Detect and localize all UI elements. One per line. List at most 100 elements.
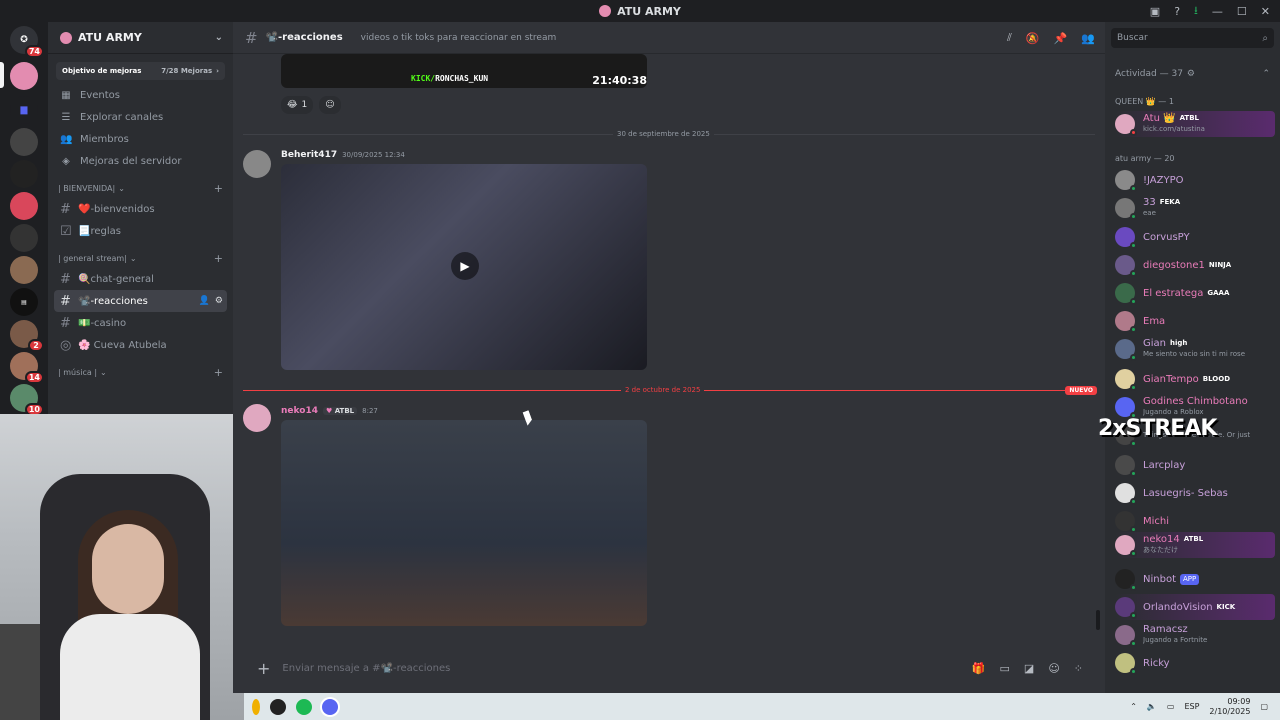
- member-tag: BLOOD: [1202, 374, 1231, 383]
- server-icon-10[interactable]: 10: [10, 384, 44, 416]
- member-item[interactable]: Ninbot APP: [1115, 566, 1275, 592]
- discord-home-icon[interactable]: ✪ 74: [10, 26, 44, 58]
- server-icon-4[interactable]: [10, 192, 38, 220]
- chevron-up-icon[interactable]: ⌃: [1130, 702, 1137, 711]
- member-item[interactable]: 33 FEKA eae: [1115, 195, 1275, 221]
- category-bienvenida[interactable]: | BIENVENIDA| ⌄ +: [48, 178, 233, 198]
- pin-icon[interactable]: 📌: [1054, 32, 1068, 45]
- invite-icon[interactable]: 👤: [199, 296, 210, 306]
- member-item[interactable]: Ramacsz Jugando a Fortnite: [1115, 622, 1275, 648]
- add-channel-icon[interactable]: +: [214, 366, 223, 379]
- channel-reglas[interactable]: ☑ 📃reglas: [54, 220, 227, 242]
- server-icon-9[interactable]: 14: [10, 352, 44, 384]
- avatar[interactable]: [243, 404, 271, 432]
- video-embed-3[interactable]: [281, 420, 647, 626]
- avatar: [1115, 535, 1137, 557]
- member-item[interactable]: Lasuegris- Sebas: [1115, 480, 1275, 506]
- server-icon-8[interactable]: 2: [10, 320, 44, 352]
- add-channel-icon[interactable]: +: [214, 182, 223, 195]
- channel-cueva-atubela[interactable]: ◎ 🌸 Cueva Atubela: [54, 334, 227, 356]
- server-icon-2[interactable]: [10, 128, 38, 156]
- server-header[interactable]: ATU ARMY ⌄: [48, 22, 233, 54]
- status-dot: [1130, 298, 1137, 305]
- help-icon[interactable]: ?: [1174, 5, 1180, 18]
- search-input[interactable]: Buscar ⌕: [1111, 28, 1274, 48]
- member-item[interactable]: Ema: [1115, 308, 1275, 334]
- taskbar-app-icon[interactable]: [270, 698, 286, 715]
- boost-goal-bar[interactable]: Objetivo de mejoras 7/28 Mejoras ›: [56, 62, 225, 80]
- spotify-icon[interactable]: [296, 698, 312, 715]
- nav-eventos[interactable]: ▦ Eventos: [48, 84, 233, 106]
- server-flower-icon: [60, 31, 72, 44]
- maximize-icon[interactable]: ☐: [1237, 5, 1247, 18]
- channel-reacciones[interactable]: # 📽️-reacciones 👤 ⚙: [54, 290, 227, 312]
- reaction-laugh[interactable]: 😂 1: [281, 96, 314, 114]
- server-folder-icon[interactable]: ▆: [10, 96, 38, 124]
- server-icon-5[interactable]: [10, 224, 38, 252]
- member-item[interactable]: OrlandoVision KICK: [1115, 594, 1275, 620]
- nav-miembros[interactable]: 👥 Miembros: [48, 128, 233, 150]
- server-icon-7[interactable]: ▤: [10, 288, 38, 316]
- threads-icon[interactable]: ⫽: [1007, 31, 1012, 45]
- add-attachment-icon[interactable]: +: [257, 659, 270, 678]
- add-reaction-button[interactable]: ☺: [319, 96, 341, 114]
- server-icon-6[interactable]: [10, 256, 38, 284]
- activity-header[interactable]: Actividad — 37 ⚙ ⌃: [1115, 69, 1270, 79]
- apps-icon[interactable]: ⁘: [1074, 662, 1083, 675]
- member-list-icon[interactable]: 👥: [1081, 32, 1095, 45]
- composer-placeholder[interactable]: Enviar mensaje a #📽️-reacciones: [282, 663, 450, 674]
- message-composer[interactable]: + Enviar mensaje a #📽️-reacciones 🎁 ▭ ◪ …: [243, 655, 1095, 681]
- member-item[interactable]: Michi: [1115, 508, 1275, 534]
- gear-icon[interactable]: ⚙: [215, 296, 223, 306]
- member-item[interactable]: neko14 ATBL あなただけ: [1115, 532, 1275, 558]
- discord-taskbar-icon[interactable]: [322, 698, 338, 715]
- member-item[interactable]: Larcplay: [1115, 452, 1275, 478]
- gift-icon[interactable]: 🎁: [972, 662, 986, 675]
- member-item[interactable]: CorvusPY: [1115, 224, 1275, 250]
- channel-chat-general[interactable]: # 🍭chat-general: [54, 268, 227, 290]
- member-item[interactable]: Ricky: [1115, 650, 1275, 676]
- taskbar-app-icon[interactable]: [252, 698, 260, 715]
- play-icon[interactable]: ▶: [451, 252, 479, 280]
- inbox-icon[interactable]: ▣: [1150, 5, 1160, 18]
- minimize-icon[interactable]: —: [1212, 5, 1223, 18]
- clock[interactable]: 09:09 2/10/2025: [1209, 697, 1250, 717]
- member-item[interactable]: El estratega GAAA: [1115, 280, 1275, 306]
- channel-topic[interactable]: videos o tik toks para reaccionar en str…: [361, 33, 557, 43]
- boost-progress: 7/28 Mejoras: [161, 67, 213, 75]
- language-indicator[interactable]: ESP: [1184, 702, 1199, 711]
- gif-icon[interactable]: ▭: [1000, 662, 1010, 675]
- download-icon[interactable]: ⭳: [1194, 2, 1198, 21]
- member-item[interactable]: GianTempo BLOOD: [1115, 366, 1275, 392]
- speaker-icon[interactable]: 🔈: [1147, 702, 1157, 711]
- channel-casino[interactable]: # 💵-casino: [54, 312, 227, 334]
- channel-bienvenidos[interactable]: # ❤️-bienvenidos: [54, 198, 227, 220]
- message-list[interactable]: KICK/RONCHAS_KUN 21:40:38 😂 1 ☺ 30 de sep…: [233, 54, 1105, 654]
- category-general-stream[interactable]: | general stream| ⌄ +: [48, 248, 233, 268]
- scrollbar-thumb[interactable]: [1096, 610, 1100, 630]
- member-atu[interactable]: Atu 👑 ATBL kick.com/atustina: [1115, 111, 1275, 137]
- nav-mejoras[interactable]: ◈ Mejoras del servidor: [48, 150, 233, 172]
- notification-icon[interactable]: ▢: [1260, 702, 1268, 711]
- mute-bell-icon[interactable]: 🔕: [1026, 32, 1040, 45]
- video-embed-2[interactable]: ▶: [281, 164, 647, 370]
- emoji-icon[interactable]: ☺: [1048, 662, 1059, 675]
- sticker-icon[interactable]: ◪: [1024, 662, 1034, 675]
- member-item[interactable]: Gian high Me siento vacio sin ti mi rose: [1115, 336, 1275, 362]
- video-embed-1[interactable]: KICK/RONCHAS_KUN 21:40:38: [281, 54, 647, 88]
- avatar[interactable]: [243, 150, 271, 178]
- category-musica[interactable]: | música | ⌄ +: [48, 362, 233, 382]
- server-icon-3[interactable]: [10, 160, 38, 188]
- member-tag: ATBL: [1179, 114, 1200, 122]
- add-channel-icon[interactable]: +: [214, 252, 223, 265]
- author-name[interactable]: neko14: [281, 406, 318, 416]
- nav-explorar-canales[interactable]: ☰ Explorar canales: [48, 106, 233, 128]
- close-icon[interactable]: ✕: [1261, 5, 1270, 18]
- stage-icon: ◎: [60, 337, 72, 353]
- server-atu-army[interactable]: [10, 62, 38, 90]
- network-icon[interactable]: ▭: [1167, 702, 1175, 711]
- member-item[interactable]: !JAZYPO: [1115, 167, 1275, 193]
- author-name[interactable]: Beherit417: [281, 150, 337, 160]
- member-item[interactable]: diegostone1 NINJA: [1115, 252, 1275, 278]
- status-dot: [1130, 326, 1137, 333]
